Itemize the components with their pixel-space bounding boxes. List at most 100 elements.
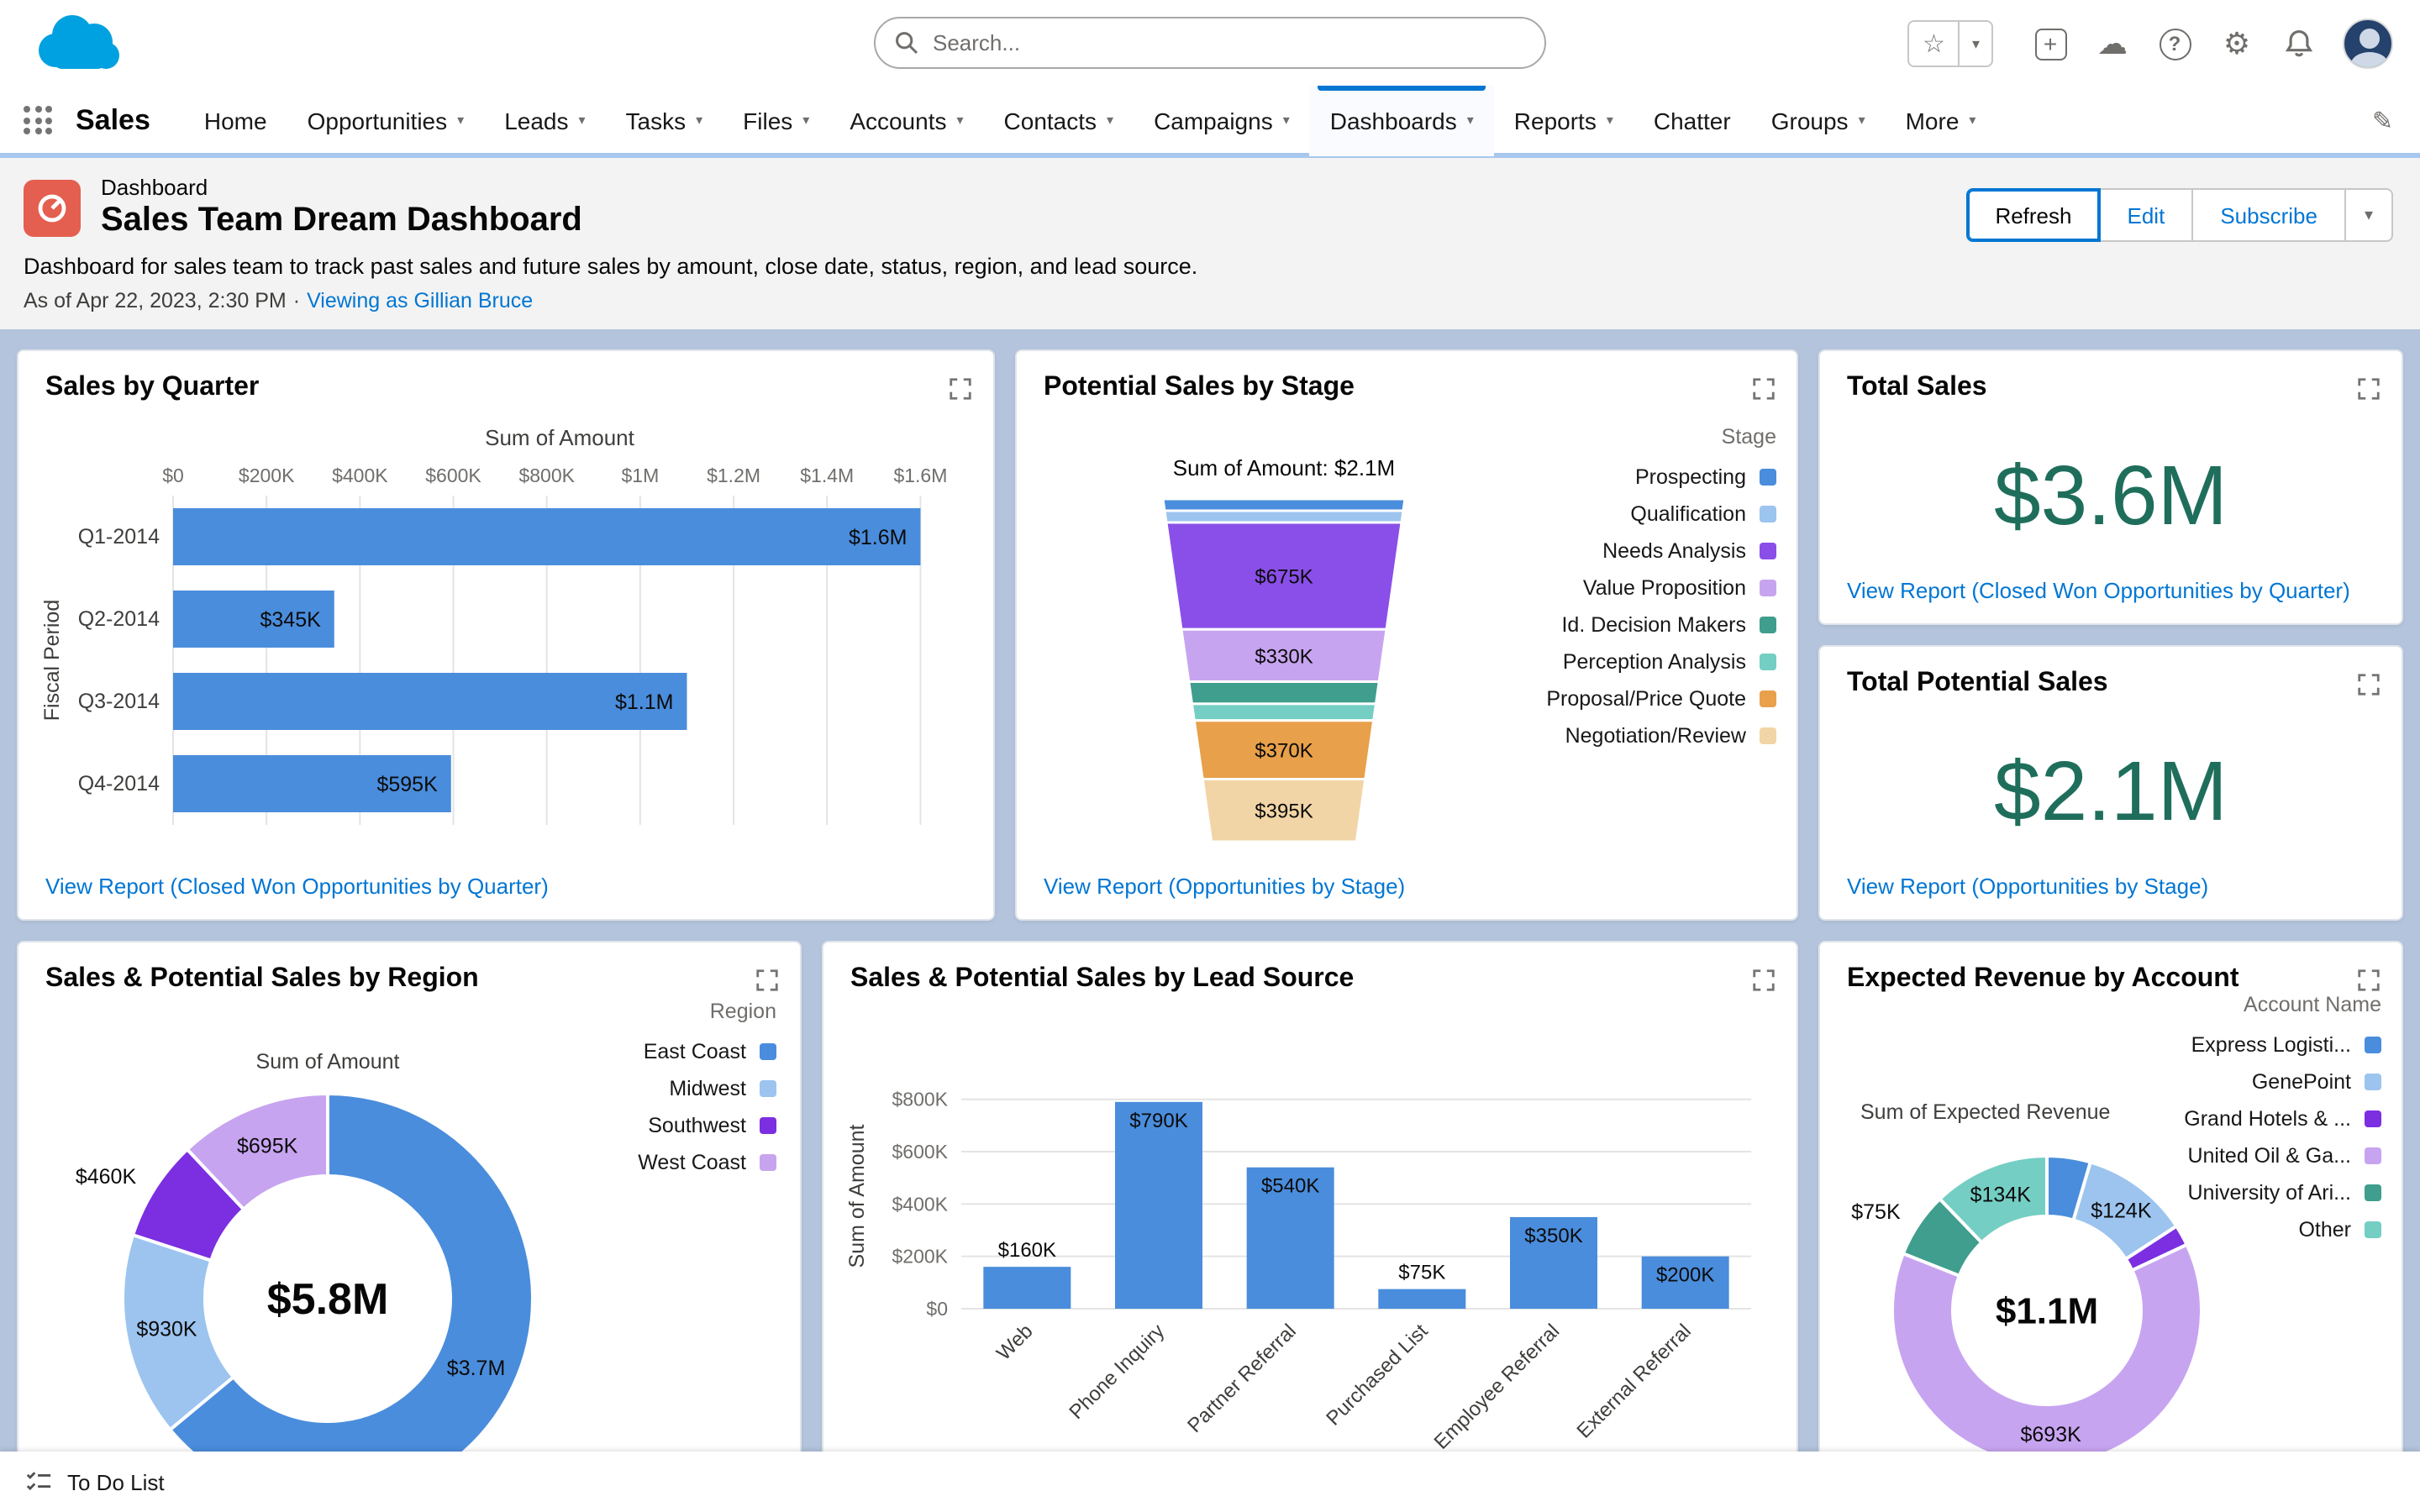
legend-label: United Oil & Ga... bbox=[2187, 1144, 2351, 1168]
tab-reports[interactable]: Reports ▾ bbox=[1494, 85, 1634, 155]
tab-tasks[interactable]: Tasks ▾ bbox=[606, 85, 723, 155]
nav-tabs: Home Opportunities ▾ Leads ▾ Tasks ▾ Files ▾ Acco… bbox=[184, 85, 1996, 155]
legend-item-negotiation-review[interactable]: Negotiation/Review bbox=[1565, 717, 1776, 754]
svg-text:$1.6M: $1.6M bbox=[893, 465, 947, 486]
view-report-link[interactable]: View Report (Opportunities by Stage) bbox=[1044, 874, 1405, 899]
svg-text:Employee Referral: Employee Referral bbox=[1430, 1320, 1565, 1454]
legend-item-value-proposition[interactable]: Value Proposition bbox=[1583, 570, 1776, 606]
legend-item-prospecting[interactable]: Prospecting bbox=[1635, 459, 1776, 496]
sales-by-lead-source-chart[interactable]: $0 $200K $400K $600K $800K $160K Web $790K Phone… bbox=[837, 1020, 1778, 1512]
subscribe-button[interactable]: Subscribe bbox=[2193, 188, 2346, 242]
view-report-link[interactable]: View Report (Closed Won Opportunities by… bbox=[45, 874, 549, 899]
legend-item-needs-analysis[interactable]: Needs Analysis bbox=[1602, 533, 1776, 570]
search-icon bbox=[896, 32, 918, 55]
legend-item-proposal-price-quote[interactable]: Proposal/Price Quote bbox=[1546, 680, 1776, 717]
dashboard-type-label: Dashboard bbox=[101, 175, 208, 200]
legend-item-other[interactable]: Other bbox=[2298, 1211, 2381, 1248]
card-sales-by-region: Sales & Potential Sales by Region Sum of… bbox=[17, 941, 802, 1512]
legend-item-qualification[interactable]: Qualification bbox=[1630, 496, 1776, 533]
tab-chatter[interactable]: Chatter bbox=[1634, 85, 1751, 155]
favorites-menu-chevron-icon[interactable]: ▾ bbox=[1960, 34, 1991, 53]
user-avatar[interactable] bbox=[2343, 18, 2393, 69]
legend-item-id-decision-makers[interactable]: Id. Decision Makers bbox=[1561, 606, 1776, 643]
tab-label: Contacts bbox=[1003, 107, 1097, 134]
todo-list-icon bbox=[26, 1472, 51, 1491]
dashboard-description: Dashboard for sales team to track past s… bbox=[24, 254, 1198, 279]
dashboard-meta: As of Apr 22, 2023, 2:30 PM · Viewing as G… bbox=[24, 289, 2393, 312]
todo-list-button[interactable]: To Do List bbox=[67, 1469, 165, 1494]
help-icon[interactable]: ? bbox=[2156, 25, 2193, 62]
legend-item-university-of-ari-[interactable]: University of Ari... bbox=[2188, 1174, 2381, 1211]
view-report-link[interactable]: View Report (Closed Won Opportunities by… bbox=[1847, 578, 2350, 603]
setup-gear-icon[interactable]: ⚙ bbox=[2218, 25, 2255, 62]
expand-button[interactable] bbox=[750, 963, 783, 996]
guidance-cloud-icon[interactable]: ☁ bbox=[2094, 25, 2131, 62]
chevron-down-icon: ▾ bbox=[956, 113, 964, 128]
tab-campaigns[interactable]: Campaigns ▾ bbox=[1134, 85, 1310, 155]
legend-item-express-logisti-[interactable]: Express Logisti... bbox=[2191, 1026, 2381, 1063]
expand-button[interactable] bbox=[2351, 667, 2385, 701]
svg-text:Sum of Amount: Sum of Amount bbox=[485, 425, 635, 450]
expand-button[interactable] bbox=[2351, 371, 2385, 405]
tab-contacts[interactable]: Contacts ▾ bbox=[984, 85, 1134, 155]
legend-item-west-coast[interactable]: West Coast bbox=[638, 1144, 776, 1181]
tab-groups[interactable]: Groups ▾ bbox=[1751, 85, 1886, 155]
tab-opportunities[interactable]: Opportunities ▾ bbox=[287, 85, 485, 155]
tab-leads[interactable]: Leads ▾ bbox=[484, 85, 605, 155]
legend-item-midwest[interactable]: Midwest bbox=[669, 1070, 776, 1107]
viewing-as-link[interactable]: Viewing as Gillian Bruce bbox=[307, 289, 533, 312]
legend-swatch bbox=[1760, 469, 1776, 486]
legend-label: Qualification bbox=[1630, 502, 1746, 526]
chevron-down-icon: ▾ bbox=[1858, 113, 1865, 128]
edit-button[interactable]: Edit bbox=[2100, 188, 2194, 242]
legend-item-grand-hotels-[interactable]: Grand Hotels & ... bbox=[2184, 1100, 2381, 1137]
expand-button[interactable] bbox=[2351, 963, 2385, 996]
search-input[interactable] bbox=[874, 17, 1546, 69]
notifications-bell-icon[interactable] bbox=[2281, 25, 2317, 62]
svg-text:$930K: $930K bbox=[136, 1318, 197, 1341]
tab-accounts[interactable]: Accounts ▾ bbox=[829, 85, 983, 155]
expand-button[interactable] bbox=[1746, 963, 1780, 996]
legend-swatch bbox=[760, 1043, 776, 1060]
sales-by-region-chart[interactable]: $3.7M $930K $460K $695K $5.8M bbox=[18, 1077, 741, 1512]
dashboard-actions-menu-button[interactable]: ▾ bbox=[2345, 188, 2393, 242]
quick-create-icon[interactable]: + bbox=[2032, 25, 2069, 62]
legend-item-southwest[interactable]: Southwest bbox=[648, 1107, 776, 1144]
funnel-total-label: Sum of Amount: $2.1M bbox=[1172, 455, 1396, 480]
legend-label: Midwest bbox=[669, 1077, 746, 1100]
tab-more[interactable]: More ▾ bbox=[1886, 85, 1996, 155]
global-search bbox=[874, 17, 1546, 69]
tab-home[interactable]: Home bbox=[184, 85, 287, 155]
expand-button[interactable] bbox=[1746, 371, 1780, 405]
legend-label: Negotiation/Review bbox=[1565, 724, 1746, 748]
nav-edit-pencil-icon[interactable]: ✎ bbox=[2372, 105, 2393, 135]
legend-swatch bbox=[760, 1154, 776, 1171]
svg-text:$370K: $370K bbox=[1255, 740, 1313, 763]
app-launcher-icon[interactable] bbox=[24, 106, 52, 134]
legend-swatch bbox=[1760, 654, 1776, 670]
app-name: Sales bbox=[76, 103, 150, 135]
svg-text:$5.8M: $5.8M bbox=[267, 1275, 389, 1324]
svg-text:$790K: $790K bbox=[1129, 1110, 1187, 1132]
legend-item-perception-analysis[interactable]: Perception Analysis bbox=[1563, 643, 1776, 680]
sales-by-quarter-chart[interactable]: Sum of Amount $0 $200K $400K $600K $800K $1M $1… bbox=[35, 418, 970, 838]
favorites-star-icon[interactable]: ☆ bbox=[1909, 29, 1959, 59]
tab-dashboards[interactable]: Dashboards ▾ bbox=[1309, 85, 1494, 155]
chevron-down-icon: ▾ bbox=[696, 113, 703, 128]
refresh-button[interactable]: Refresh bbox=[1966, 188, 2101, 242]
tab-files[interactable]: Files ▾ bbox=[723, 85, 829, 155]
expand-button[interactable] bbox=[943, 371, 976, 405]
favorites-control[interactable]: ☆ ▾ bbox=[1907, 20, 1993, 67]
tab-label: Home bbox=[203, 107, 267, 134]
legend-item-east-coast[interactable]: East Coast bbox=[644, 1033, 776, 1070]
legend-item-genepoint[interactable]: GenePoint bbox=[2252, 1063, 2381, 1100]
legend-swatch bbox=[1760, 580, 1776, 596]
svg-text:$800K: $800K bbox=[518, 465, 575, 486]
potential-sales-by-stage-chart[interactable]: $675K $330K $370K $395K bbox=[1091, 492, 1477, 872]
svg-text:$1.4M: $1.4M bbox=[800, 465, 854, 486]
legend-item-united-oil-ga-[interactable]: United Oil & Ga... bbox=[2187, 1137, 2381, 1174]
svg-text:$695K: $695K bbox=[237, 1135, 298, 1158]
svg-text:Partner Referral: Partner Referral bbox=[1183, 1320, 1301, 1437]
legend-swatch bbox=[2365, 1184, 2381, 1201]
view-report-link[interactable]: View Report (Opportunities by Stage) bbox=[1847, 874, 2208, 899]
